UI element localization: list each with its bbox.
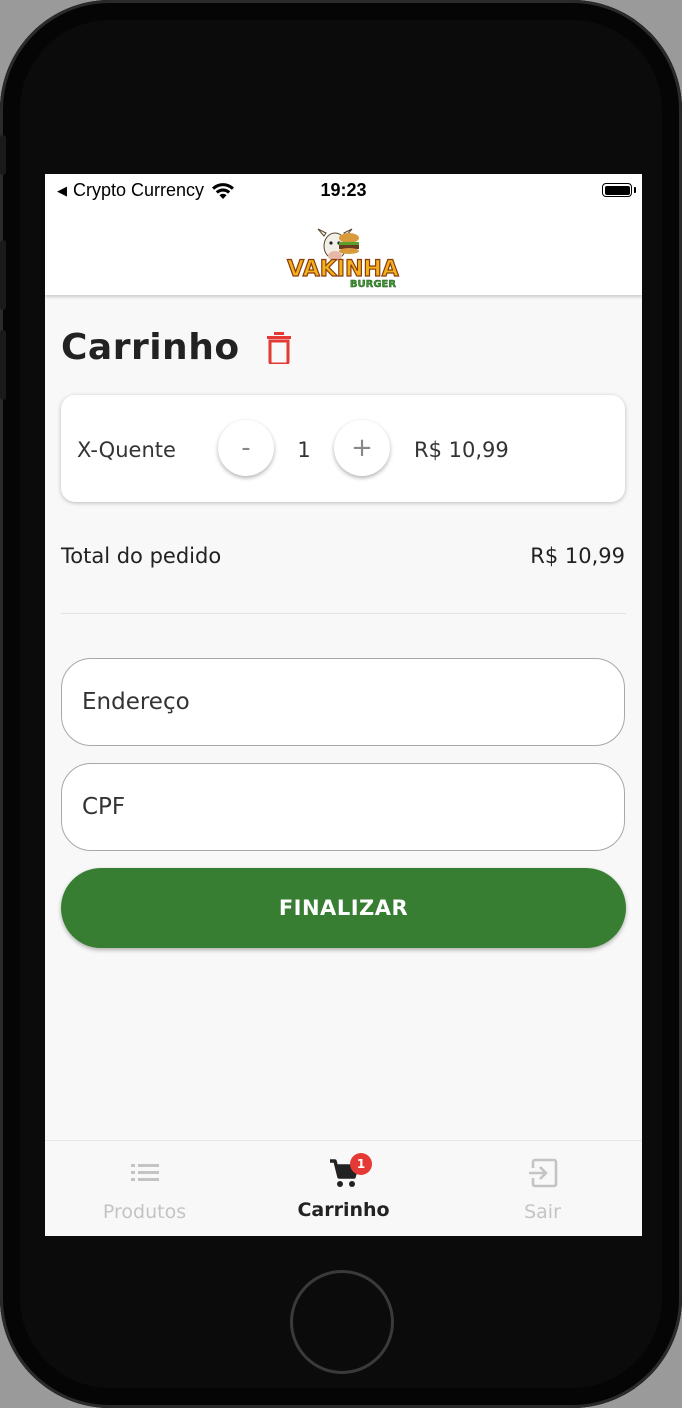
total-value: R$ 10,99 bbox=[530, 544, 625, 568]
volume-up-button bbox=[0, 240, 6, 310]
phone-frame: ◀ Crypto Currency 19:23 VAKINHA BURGER C… bbox=[0, 0, 682, 1408]
item-name: X-Quente bbox=[77, 438, 176, 462]
cpf-input[interactable] bbox=[62, 764, 624, 850]
trash-icon[interactable] bbox=[266, 331, 292, 364]
title-row: Carrinho bbox=[61, 327, 292, 368]
item-price: R$ 10,99 bbox=[414, 438, 509, 462]
battery-icon bbox=[602, 183, 636, 197]
total-label: Total do pedido bbox=[61, 544, 222, 568]
plus-label: + bbox=[351, 433, 373, 463]
logo-text-sub: BURGER bbox=[350, 279, 396, 290]
decrease-quantity-button[interactable]: - bbox=[218, 420, 274, 476]
app-screen: ◀ Crypto Currency 19:23 VAKINHA BURGER C… bbox=[45, 174, 642, 1236]
nav-item-sair[interactable]: Sair bbox=[443, 1141, 642, 1236]
item-quantity: 1 bbox=[297, 438, 311, 462]
vakinha-burger-logo: VAKINHA BURGER bbox=[287, 228, 399, 290]
list-icon bbox=[131, 1164, 159, 1181]
nav-label-produtos: Produtos bbox=[102, 1201, 187, 1223]
status-bar: ◀ Crypto Currency 19:23 bbox=[45, 174, 642, 208]
nav-label-carrinho: Carrinho bbox=[297, 1199, 390, 1221]
nav-item-produtos[interactable]: Produtos bbox=[45, 1141, 244, 1236]
minus-label: - bbox=[241, 433, 251, 463]
volume-down-button bbox=[0, 330, 6, 400]
nav-label-sair: Sair bbox=[524, 1201, 561, 1223]
cpf-field[interactable] bbox=[61, 763, 625, 851]
cart-badge: 1 bbox=[350, 1153, 372, 1175]
cart-item-card: X-Quente - 1 + R$ 10,99 bbox=[61, 395, 625, 502]
address-input[interactable] bbox=[62, 659, 624, 745]
bottom-navigation: Produtos 1 Carrinho Sair bbox=[45, 1140, 642, 1236]
nav-item-carrinho[interactable]: 1 Carrinho bbox=[244, 1141, 443, 1236]
home-button[interactable] bbox=[290, 1270, 394, 1374]
clock: 19:23 bbox=[320, 180, 367, 200]
divider bbox=[61, 613, 626, 614]
increase-quantity-button[interactable]: + bbox=[334, 420, 390, 476]
exit-icon bbox=[529, 1158, 558, 1188]
finalize-label: FINALIZAR bbox=[278, 896, 409, 920]
finalize-button[interactable]: FINALIZAR bbox=[61, 868, 626, 948]
page-title: Carrinho bbox=[61, 327, 240, 368]
mute-switch bbox=[0, 135, 6, 175]
address-field[interactable] bbox=[61, 658, 625, 746]
app-bar: VAKINHA BURGER bbox=[45, 208, 642, 295]
